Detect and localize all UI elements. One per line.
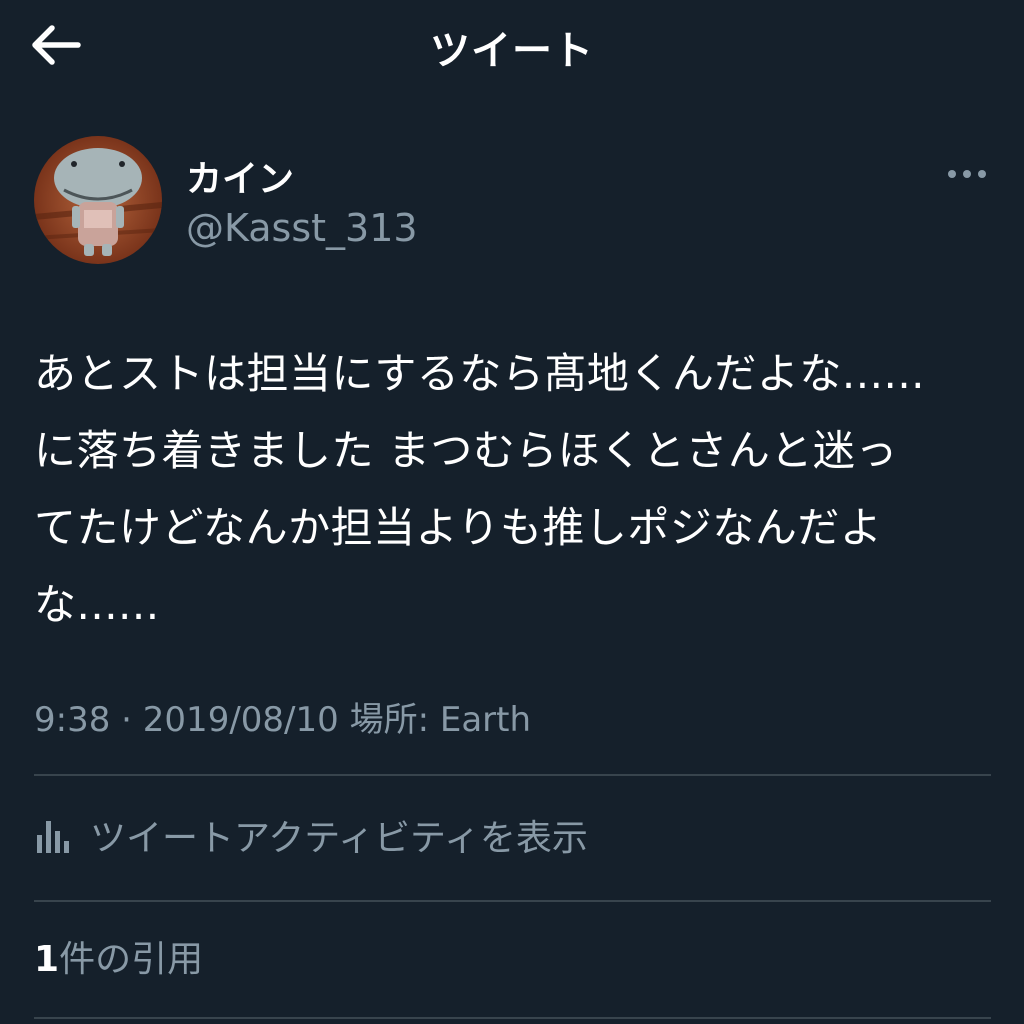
meta-separator: · <box>121 700 132 740</box>
tweet-time: 9:38 <box>34 700 111 740</box>
quote-count: 1 <box>34 939 60 980</box>
avatar-plush-image <box>34 136 162 264</box>
avatar[interactable] <box>34 136 162 264</box>
quote-label: 件の引用 <box>59 939 204 980</box>
tweet-date: 2019/08/10 <box>142 700 339 740</box>
tweet-metadata: 9:38 · 2019/08/10 場所: Earth <box>34 692 531 741</box>
tweet-detail-screen: ツイート カイン @Kasst_313 あとストは担当にするなら髙地くんだよな.… <box>0 0 1024 1024</box>
tweet-location[interactable]: 場所: Earth <box>350 700 531 740</box>
author-display-name[interactable]: カイン <box>186 150 294 202</box>
divider <box>34 900 991 902</box>
more-options-button[interactable] <box>944 160 990 188</box>
tweet-activity-link[interactable]: ツイートアクティビティを表示 <box>34 805 588 865</box>
divider <box>34 1017 991 1019</box>
tweet-text: あとストは担当にするなら髙地くんだよな...... に落ち着きました まつむらほ… <box>34 349 926 629</box>
more-horizontal-icon <box>948 170 986 178</box>
quote-tweets-count[interactable]: 1件の引用 <box>34 930 203 982</box>
divider <box>34 774 991 776</box>
page-title: ツイート <box>430 28 594 74</box>
tweet-activity-label: ツイートアクティビティを表示 <box>90 818 588 859</box>
analytics-bar-chart-icon <box>37 821 69 853</box>
author-handle[interactable]: @Kasst_313 <box>186 206 418 250</box>
top-bar: ツイート <box>0 0 1024 90</box>
